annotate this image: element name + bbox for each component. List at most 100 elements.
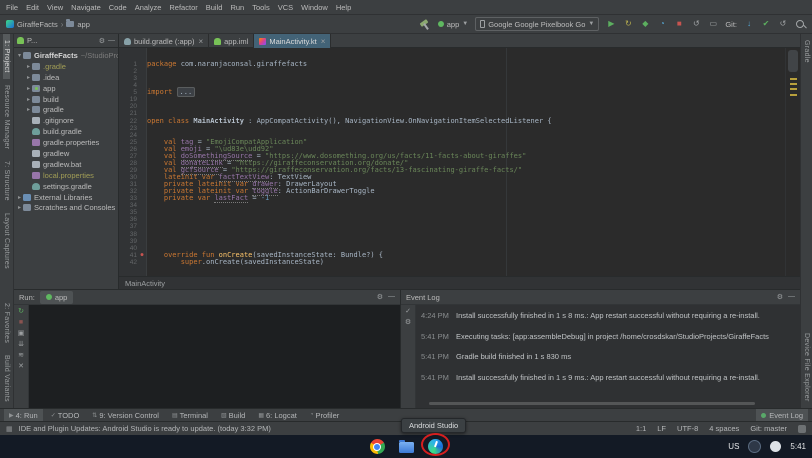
encoding[interactable]: UTF-8: [677, 424, 698, 433]
tree-item-gradle[interactable]: ▸gradle: [14, 104, 118, 115]
tree-item-giraffefacts[interactable]: ▾GiraffeFacts~/StudioProjects/GiraffeFac: [14, 50, 118, 61]
tree-item-app[interactable]: ▸app: [14, 83, 118, 94]
tree-item-gradle-properties[interactable]: gradle.properties: [14, 137, 118, 148]
run-config-selector[interactable]: app ▼: [438, 20, 468, 29]
menu-item-help[interactable]: Help: [332, 3, 355, 12]
error-stripe[interactable]: [785, 48, 800, 276]
tool-stripe-device-file-explorer[interactable]: Device File Explorer: [803, 327, 810, 408]
menu-item-window[interactable]: Window: [297, 3, 332, 12]
search-everywhere-icon[interactable]: [795, 19, 806, 30]
menu-item-vcs[interactable]: VCS: [274, 3, 297, 12]
menu-item-run[interactable]: Run: [226, 3, 248, 12]
rerun-icon[interactable]: ↻: [16, 308, 26, 316]
tab-build-gradle-app[interactable]: build.gradle (:app)×: [119, 34, 209, 48]
menu-item-build[interactable]: Build: [202, 3, 227, 12]
toolwindow-button-6-logcat[interactable]: ▦6: Logcat: [253, 409, 302, 422]
git-branch[interactable]: Git: master: [750, 424, 787, 433]
files-icon[interactable]: [399, 442, 414, 453]
toolwindow-button-profiler[interactable]: ◔Profiler: [305, 409, 344, 422]
toolwindow-button-terminal[interactable]: ▤Terminal: [167, 409, 213, 422]
event-log-content[interactable]: 4:24 PMInstall successfully finished in …: [416, 305, 800, 408]
android-studio-icon[interactable]: [428, 439, 443, 454]
toolwindow-button-4-run[interactable]: ▶4: Run: [4, 409, 43, 422]
settings-icon[interactable]: ⚙: [777, 293, 783, 301]
editor-scrollbar-thumb[interactable]: [788, 50, 798, 72]
menu-item-tools[interactable]: Tools: [248, 3, 274, 12]
tree-item-local-properties[interactable]: local.properties: [14, 170, 118, 181]
tool-stripe-1-project[interactable]: 1: Project: [3, 34, 10, 79]
revert-icon[interactable]: ↺: [778, 19, 788, 29]
tool-stripe-gradle[interactable]: Gradle: [803, 34, 810, 69]
clear-icon[interactable]: ✕: [16, 363, 26, 371]
apply-changes-icon[interactable]: ↻: [623, 19, 633, 29]
toolwindow-button-todo[interactable]: ✓TODO: [46, 409, 85, 422]
line-separator[interactable]: LF: [657, 424, 666, 433]
tree-item-build-gradle[interactable]: build.gradle: [14, 126, 118, 137]
hide-panel-icon[interactable]: —: [388, 293, 395, 301]
warning-mark[interactable]: [790, 88, 797, 90]
run-button[interactable]: ▶: [606, 19, 616, 29]
breadcrumb-app[interactable]: app: [77, 20, 90, 29]
menu-item-code[interactable]: Code: [105, 3, 131, 12]
hide-panel-icon[interactable]: —: [108, 37, 115, 45]
tree-item-gradle[interactable]: ▸.gradle: [14, 61, 118, 72]
indent[interactable]: 4 spaces: [709, 424, 739, 433]
debug-button[interactable]: ◆: [640, 19, 650, 29]
tree-item-scratches-and-consoles[interactable]: ▸Scratches and Consoles: [14, 202, 118, 213]
stop-button[interactable]: ■: [674, 19, 684, 29]
tree-item-settings-gradle[interactable]: settings.gradle: [14, 181, 118, 192]
profile-button[interactable]: ◔: [657, 19, 667, 29]
caret-position[interactable]: 1:1: [636, 424, 646, 433]
close-icon[interactable]: ×: [321, 37, 326, 46]
tool-stripe-layout-captures[interactable]: Layout Captures: [3, 207, 10, 275]
toolwindow-button-event-log[interactable]: Event Log: [756, 409, 808, 422]
toolwindow-switcher-icon[interactable]: ▦: [6, 425, 13, 433]
build-hammer-icon[interactable]: [420, 19, 431, 30]
menu-item-analyze[interactable]: Analyze: [131, 3, 166, 12]
commit-icon[interactable]: ✔: [761, 19, 771, 29]
pin-icon[interactable]: ▣: [16, 330, 26, 338]
device-manager-icon[interactable]: ▭: [708, 19, 718, 29]
run-tab-app[interactable]: app: [40, 291, 74, 304]
status-message[interactable]: IDE and Plugin Updates: Android Studio i…: [19, 424, 271, 433]
tree-item-gitignore[interactable]: .gitignore: [14, 115, 118, 126]
project-view-selector[interactable]: P...: [27, 36, 37, 45]
breadcrumb-project[interactable]: GiraffeFacts: [17, 20, 58, 29]
run-console[interactable]: [29, 305, 400, 408]
tool-stripe-build-variants[interactable]: Build Variants: [3, 349, 10, 408]
close-icon[interactable]: ×: [198, 37, 203, 46]
menu-item-edit[interactable]: Edit: [22, 3, 43, 12]
breadcrumb-class[interactable]: MainActivity: [125, 279, 165, 288]
toolwindow-button-9-version-control[interactable]: ⇅9: Version Control: [87, 409, 164, 422]
toolwindow-button-build[interactable]: ▧Build: [216, 409, 250, 422]
log-settings-icon[interactable]: ⚙: [403, 319, 413, 327]
keyboard-layout-indicator[interactable]: US: [728, 442, 739, 451]
tab-app-iml[interactable]: app.iml: [209, 34, 254, 48]
mark-read-icon[interactable]: ✓: [403, 308, 413, 316]
hide-panel-icon[interactable]: —: [788, 293, 795, 301]
warning-mark[interactable]: [790, 83, 797, 85]
menu-item-navigate[interactable]: Navigate: [67, 3, 105, 12]
device-selector[interactable]: Google Google Pixelbook Go ▼: [475, 17, 599, 31]
menu-item-refactor[interactable]: Refactor: [165, 3, 201, 12]
menu-item-view[interactable]: View: [43, 3, 67, 12]
tool-stripe-resource-manager[interactable]: Resource Manager: [3, 79, 10, 155]
tree-item-build[interactable]: ▸build: [14, 94, 118, 105]
horizontal-scrollbar[interactable]: [429, 402, 755, 405]
warning-mark[interactable]: [790, 78, 797, 80]
settings-icon[interactable]: ⚙: [99, 37, 105, 45]
tree-item-gradlew-bat[interactable]: gradlew.bat: [14, 159, 118, 170]
notifications-icon[interactable]: [798, 425, 806, 433]
breakpoint-icon[interactable]: ●: [137, 252, 147, 259]
soft-wrap-icon[interactable]: ≋: [16, 352, 26, 360]
stop-icon[interactable]: ■: [16, 319, 26, 327]
tab-mainactivity-kt[interactable]: MainActivity.kt×: [254, 34, 331, 48]
chrome-icon[interactable]: [370, 439, 385, 454]
menu-item-file[interactable]: File: [2, 3, 22, 12]
sync-project-icon[interactable]: ↺: [691, 19, 701, 29]
tree-item-gradlew[interactable]: gradlew: [14, 148, 118, 159]
scroll-to-end-icon[interactable]: ⇊: [16, 341, 26, 349]
tree-item-idea[interactable]: ▸.idea: [14, 72, 118, 83]
settings-icon[interactable]: ⚙: [377, 293, 383, 301]
system-menu-icon[interactable]: [748, 440, 761, 453]
